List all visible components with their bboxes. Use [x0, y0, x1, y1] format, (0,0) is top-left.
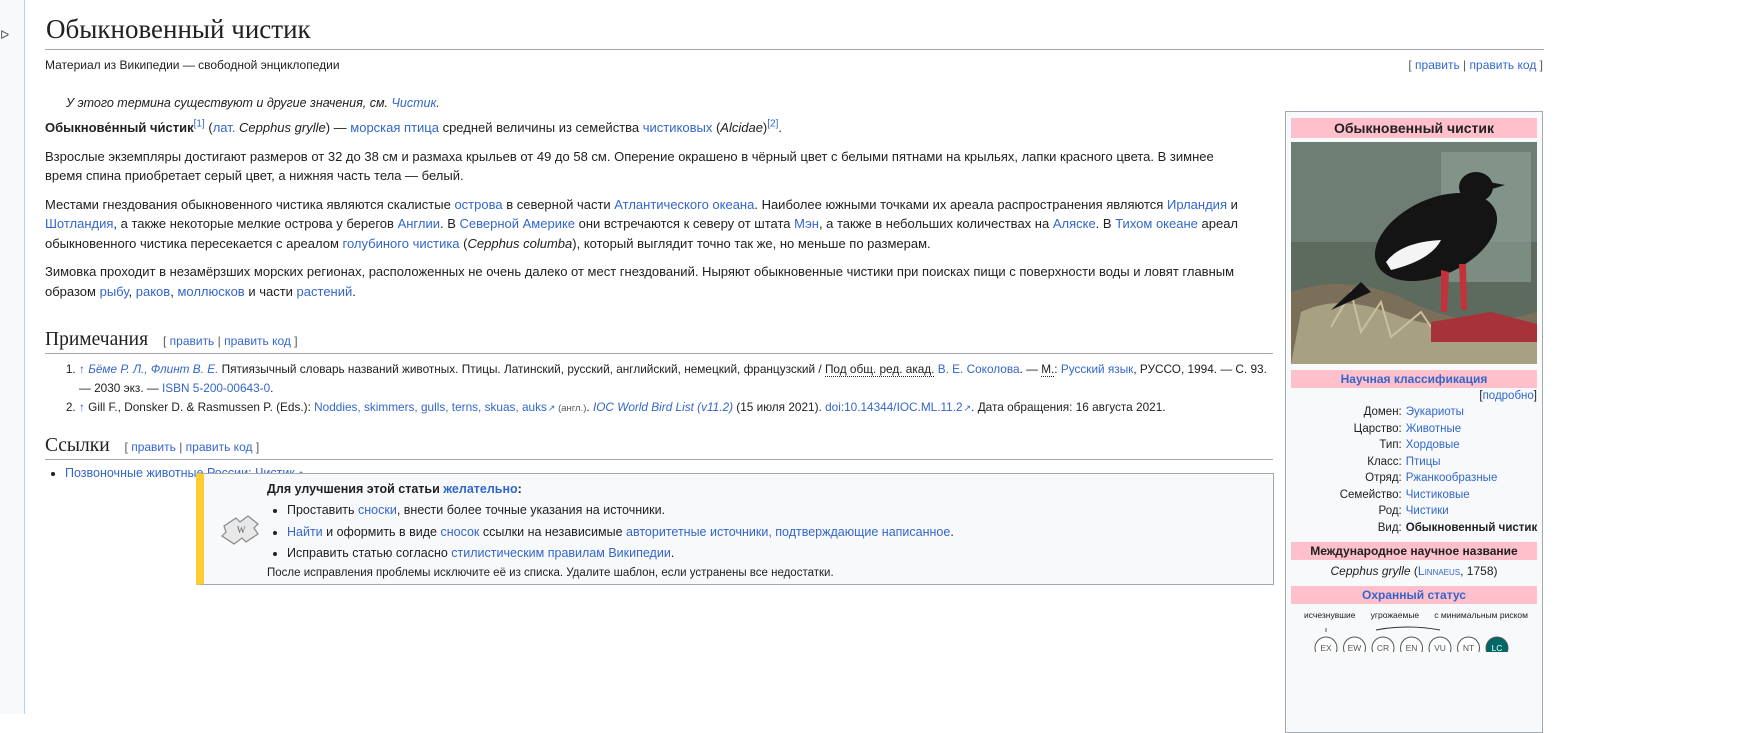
intl-name-heading: Международное научное название: [1291, 542, 1537, 560]
taxonomy-row: Отряд: Ржанкообразные: [1365, 472, 1498, 484]
status-vu-label: VU: [1434, 643, 1446, 652]
ioc-link[interactable]: IOC World Bird List (v11.2): [593, 400, 733, 414]
paragraph-size: Взрослые экземпляры достигают размеров о…: [45, 148, 1214, 184]
taxonomy-row: Класс: Птицы: [1367, 455, 1441, 468]
find-link[interactable]: Найти: [287, 525, 323, 539]
noddies-link[interactable]: Noddies, skimmers, gulls, terns, skuas, …: [314, 400, 555, 414]
detail-link-row: [подробно]: [1479, 390, 1537, 402]
infobox-title: Обыкновенный чистик: [1291, 118, 1537, 138]
intl-name: Cepphus grylle (Linnaeus, 1758): [1330, 564, 1498, 578]
taxonomy-row: Род: Чистики: [1378, 505, 1449, 517]
paragraph-lead: Обыкнове́нный чи́стик[1] (лат. Cepphus g…: [45, 118, 783, 135]
islands-link[interactable]: острова: [454, 197, 502, 212]
taxonomy-row: Вид: Обыкновенный чистик: [1377, 521, 1538, 534]
notes-edit-links: [ править | править код ]: [162, 334, 298, 348]
left-sidebar-edge: ᐅ: [0, 0, 25, 714]
reference-item: ↑ Бёме Р. Л., Флинт В. Е. Пятиязычный сл…: [79, 360, 1269, 397]
notice-list: Проставить сноски, внести более точные у…: [267, 500, 1257, 565]
top-edit-links: [ править | править код ]: [1408, 58, 1543, 72]
sidebar-marker: ᐅ: [0, 28, 10, 42]
taxonomy-row: Царство: Животные: [1353, 422, 1462, 435]
doi-link[interactable]: doi:10.14344/IOC.ML.11.2: [825, 400, 971, 414]
links-heading: Ссылки [ править | править код ]: [45, 435, 1273, 460]
desirable-link[interactable]: желательно: [443, 482, 517, 496]
status-en-label: EN: [1406, 643, 1418, 652]
ref-1[interactable]: [1]: [194, 119, 205, 130]
list-item: Исправить статью согласно стилистическим…: [287, 543, 1257, 565]
status-ew-label: EW: [1348, 643, 1362, 652]
family-link[interactable]: чистиковых: [643, 120, 713, 135]
lat-link[interactable]: лат.: [213, 120, 236, 135]
isbn-link[interactable]: ISBN 5-200-00643-0: [162, 381, 270, 395]
references-list: ↑ Бёме Р. Л., Флинт В. Е. Пятиязычный сл…: [45, 360, 1269, 419]
page-title: Обыкновенный чистик: [45, 0, 1544, 50]
hatnote-link[interactable]: Чистик: [392, 96, 437, 110]
links-edit-link[interactable]: править: [131, 440, 176, 454]
scotland-link[interactable]: Шотландия: [45, 216, 113, 231]
list-item: Проставить сноски, внести более точные у…: [287, 500, 1257, 522]
seabird-link[interactable]: морская птица: [350, 120, 439, 135]
paragraph-wintering: Зимовка проходит в незамёрзших морских р…: [45, 264, 1235, 299]
atlantic-link[interactable]: Атлантического океана: [614, 197, 754, 212]
footnotes-link-2[interactable]: сносок: [440, 525, 479, 539]
molluscs-link[interactable]: моллюсков: [177, 284, 244, 299]
notes-edit-link[interactable]: править: [170, 334, 215, 348]
crayfish-link[interactable]: раков: [136, 284, 170, 299]
reference-item: ↑ Gill F., Donsker D. & Rasmussen P. (Ed…: [79, 398, 1269, 419]
namerica-link[interactable]: Северной Америке: [460, 216, 576, 231]
england-link[interactable]: Англии: [398, 216, 440, 231]
taxonomy-row: Тип: Хордовые: [1379, 439, 1460, 451]
edit-code-link[interactable]: править код: [1470, 58, 1537, 72]
status-nt-label: NT: [1463, 643, 1474, 652]
taxonomy-row: Семейство: Чистиковые: [1339, 488, 1470, 501]
alaska-link[interactable]: Аляске: [1053, 216, 1096, 231]
taxonomy-table: Домен: Эукариоты Царство: Животные Тип: Хор…: [1286, 404, 1542, 536]
plants-link[interactable]: растений: [297, 284, 353, 299]
maine-link[interactable]: Мэн: [794, 216, 819, 231]
status-heading: Охранный статус: [1291, 586, 1537, 604]
ref-2[interactable]: [2]: [767, 119, 778, 130]
site-sub: Материал из Википедии — свободной энцикл…: [45, 58, 340, 72]
status-scale-labels: исчезнувшие угрожаемые с минимальным рис…: [1304, 610, 1528, 620]
status-scale: EX EW CR EN VU NT LC: [1314, 626, 1509, 652]
bird-photo[interactable]: [1291, 142, 1537, 364]
style-rules-link[interactable]: стилистическим правилам Википедии: [451, 546, 671, 560]
sokolov-link[interactable]: В. Е. Соколова: [938, 362, 1020, 376]
taxonomy-row: Домен: Эукариоты: [1363, 406, 1464, 418]
list-item: Найти и оформить в виде сносок ссылки на…: [287, 522, 1257, 544]
linnaeus-link[interactable]: Linnaeus: [1418, 564, 1460, 578]
footnotes-link[interactable]: сноски: [358, 503, 397, 517]
links-edit-code-link[interactable]: править код: [186, 440, 253, 454]
sci-class-heading: Научная классификация: [1291, 370, 1537, 388]
article-body: Обыкнове́нный чи́стик[1] (лат. Cepphus g…: [45, 118, 1250, 301]
ref-back-arrow[interactable]: ↑: [79, 362, 85, 376]
status-lc-label: LC: [1492, 643, 1503, 652]
hatnote: У этого термина существуют и другие знач…: [66, 96, 440, 110]
notice-footer: После исправления проблемы исключите её …: [267, 566, 834, 579]
paragraph-range: Местами гнездования обыкновенного чистик…: [45, 196, 1239, 251]
reliable-sources-link[interactable]: авторитетные источники, подтверждающие н…: [626, 525, 950, 539]
links-edit-links: [ править | править код ]: [124, 439, 260, 454]
publisher-link[interactable]: Русский язык: [1061, 362, 1134, 376]
edit-link[interactable]: править: [1415, 58, 1460, 72]
notes-edit-code-link[interactable]: править код: [224, 334, 291, 348]
infobox: Обыкновенный чистик Научная классификаци…: [1285, 111, 1543, 733]
improvement-notice: W Для улучшения этой статьи желательно: …: [196, 473, 1274, 585]
pigeon-guillemot-link[interactable]: голубиного чистика: [343, 236, 460, 251]
subtitle-row: Материал из Википедии — свободной энцикл…: [45, 58, 1543, 72]
pacific-link[interactable]: Тихом океане: [1115, 216, 1198, 231]
ireland-link[interactable]: Ирландия: [1167, 197, 1227, 212]
status-ex-label: EX: [1320, 643, 1332, 652]
puzzle-icon: W: [221, 515, 259, 545]
authors-link[interactable]: Бёме Р. Л., Флинт В. Е.: [88, 362, 218, 376]
svg-text:W: W: [237, 525, 246, 535]
detail-link[interactable]: подробно: [1483, 390, 1534, 402]
notice-text: Для улучшения этой статьи желательно: Пр…: [267, 482, 1257, 579]
fish-link[interactable]: рыбу: [100, 284, 129, 299]
notes-heading: Примечания [ править | править код ]: [45, 329, 1273, 354]
status-cr-label: CR: [1377, 643, 1389, 652]
